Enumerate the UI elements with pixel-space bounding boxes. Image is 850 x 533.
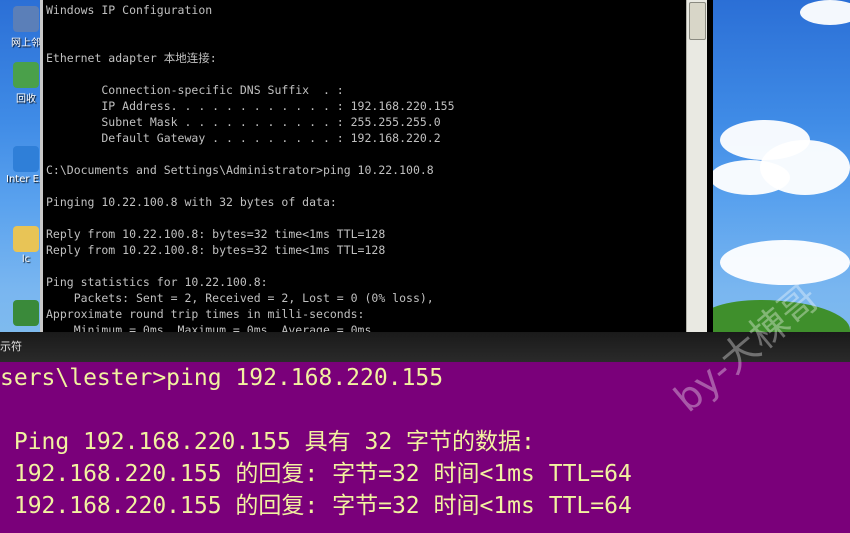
cmd-line: Reply from 10.22.100.8: bytes=32 time<1m…	[46, 227, 386, 241]
cmd-line	[46, 146, 686, 162]
cmd-line: Reply from 10.22.100.8: bytes=32 time<1m…	[46, 243, 386, 257]
cmd-line: C:\Documents and Settings\Administrator>…	[46, 163, 434, 177]
cmd-line: Connection-specific DNS Suffix . :	[46, 83, 344, 97]
cmd-output: Windows IP Configuration Ethernet adapter…	[46, 2, 686, 332]
desktop-icons: 网上邻回收Inter Explolc	[0, 0, 46, 340]
powershell-line: sers\lester>ping 192.168.220.155	[0, 365, 444, 391]
cmd-window[interactable]: Windows IP Configuration Ethernet adapter…	[40, 0, 713, 332]
folder-glyph-icon	[13, 226, 39, 252]
recycle-bin-glyph-icon	[13, 62, 39, 88]
powershell-line: 192.168.220.155 的回复: 字节=32 时间<1ms TTL=64	[0, 461, 632, 487]
cmd-line: Pinging 10.22.100.8 with 32 bytes of dat…	[46, 195, 337, 209]
cmd-line: Ping statistics for 10.22.100.8:	[46, 275, 268, 289]
powershell-line: Ping 192.168.220.155 具有 32 字节的数据:	[0, 429, 535, 455]
cmd-line: Ethernet adapter 本地连接:	[46, 51, 217, 65]
scroll-thumb[interactable]	[689, 2, 706, 40]
taskbar-label[interactable]: 示符	[0, 338, 22, 354]
cmd-line	[46, 18, 686, 34]
shortcut-glyph-icon	[13, 300, 39, 326]
cmd-line	[46, 258, 686, 274]
cmd-line: Subnet Mask . . . . . . . . . . . : 255.…	[46, 115, 441, 129]
cmd-scrollbar[interactable]	[686, 0, 707, 332]
cmd-line	[46, 66, 686, 82]
cmd-line: Packets: Sent = 2, Received = 2, Lost = …	[46, 291, 434, 305]
cloud	[710, 160, 790, 195]
cmd-line: Default Gateway . . . . . . . . . : 192.…	[46, 131, 441, 145]
cmd-line	[46, 34, 686, 50]
cmd-line	[46, 210, 686, 226]
cmd-line: Approximate round trip times in milli-se…	[46, 307, 365, 321]
cmd-line	[46, 178, 686, 194]
network-places-glyph-icon	[13, 6, 39, 32]
cloud	[800, 0, 850, 25]
powershell-line: 192.168.220.155 的回复: 字节=32 时间<1ms TTL=64	[0, 493, 632, 519]
cmd-line: Minimum = 0ms, Maximum = 0ms, Average = …	[46, 323, 372, 332]
internet-explorer-glyph-icon	[13, 146, 39, 172]
cmd-line: Windows IP Configuration	[46, 3, 213, 17]
cmd-line: IP Address. . . . . . . . . . . . : 192.…	[46, 99, 455, 113]
